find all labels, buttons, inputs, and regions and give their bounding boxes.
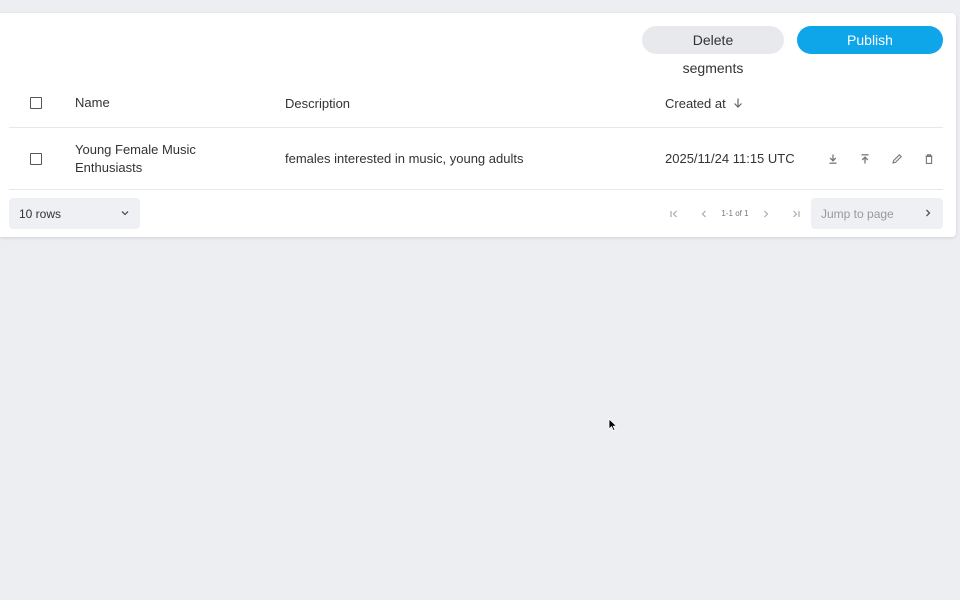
column-header-description[interactable]: Description: [285, 96, 645, 111]
column-header-created-at-label: Created at: [665, 95, 726, 111]
delete-icon[interactable]: [913, 147, 945, 171]
delete-segments-button[interactable]: Delete segments: [642, 26, 784, 76]
pagination: 1-1 of 1: [659, 198, 811, 229]
publish-icon[interactable]: [849, 147, 881, 171]
jump-to-page-input[interactable]: [821, 206, 911, 221]
jump-to-page: [811, 198, 943, 229]
select-all-checkbox[interactable]: [30, 97, 42, 109]
column-header-name[interactable]: Name: [75, 94, 265, 112]
edit-icon[interactable]: [881, 147, 913, 171]
chevron-left-icon[interactable]: [689, 202, 719, 226]
row-checkbox[interactable]: [30, 152, 42, 165]
page-info: 1-1 of 1: [721, 209, 749, 218]
jump-go-chevron-right-icon[interactable]: [923, 205, 933, 223]
segments-card: Delete segments Publish segments Name De…: [0, 13, 956, 237]
segment-created-at: 2025/11/24 11:15 UTC: [665, 151, 795, 166]
segment-description: females interested in music, young adult…: [285, 151, 524, 166]
publish-segments-button[interactable]: Publish segments: [797, 26, 943, 76]
rows-per-page-value: 10 rows: [19, 206, 62, 221]
chevron-down-icon: [120, 207, 130, 221]
column-header-created-at[interactable]: Created at: [665, 96, 815, 111]
mouse-cursor-icon: [608, 418, 618, 432]
download-icon[interactable]: [817, 147, 849, 171]
segments-table: Name Description Created at Young Female…: [9, 79, 943, 190]
rows-per-page-select[interactable]: 10 rows: [9, 198, 140, 229]
first-page-icon[interactable]: [659, 202, 689, 226]
chevron-right-icon[interactable]: [751, 202, 781, 226]
row-actions: [817, 147, 945, 171]
toolbar: Delete segments Publish segments: [642, 26, 943, 76]
table-footer: 10 rows 1-1 of 1: [9, 198, 943, 229]
last-page-icon[interactable]: [781, 202, 811, 226]
segment-name: Young Female Music Enthusiasts: [75, 141, 196, 175]
table-header-row: Name Description Created at: [9, 79, 943, 128]
table-row[interactable]: Young Female Music Enthusiasts females i…: [9, 128, 943, 190]
arrow-down-icon[interactable]: [732, 97, 744, 109]
